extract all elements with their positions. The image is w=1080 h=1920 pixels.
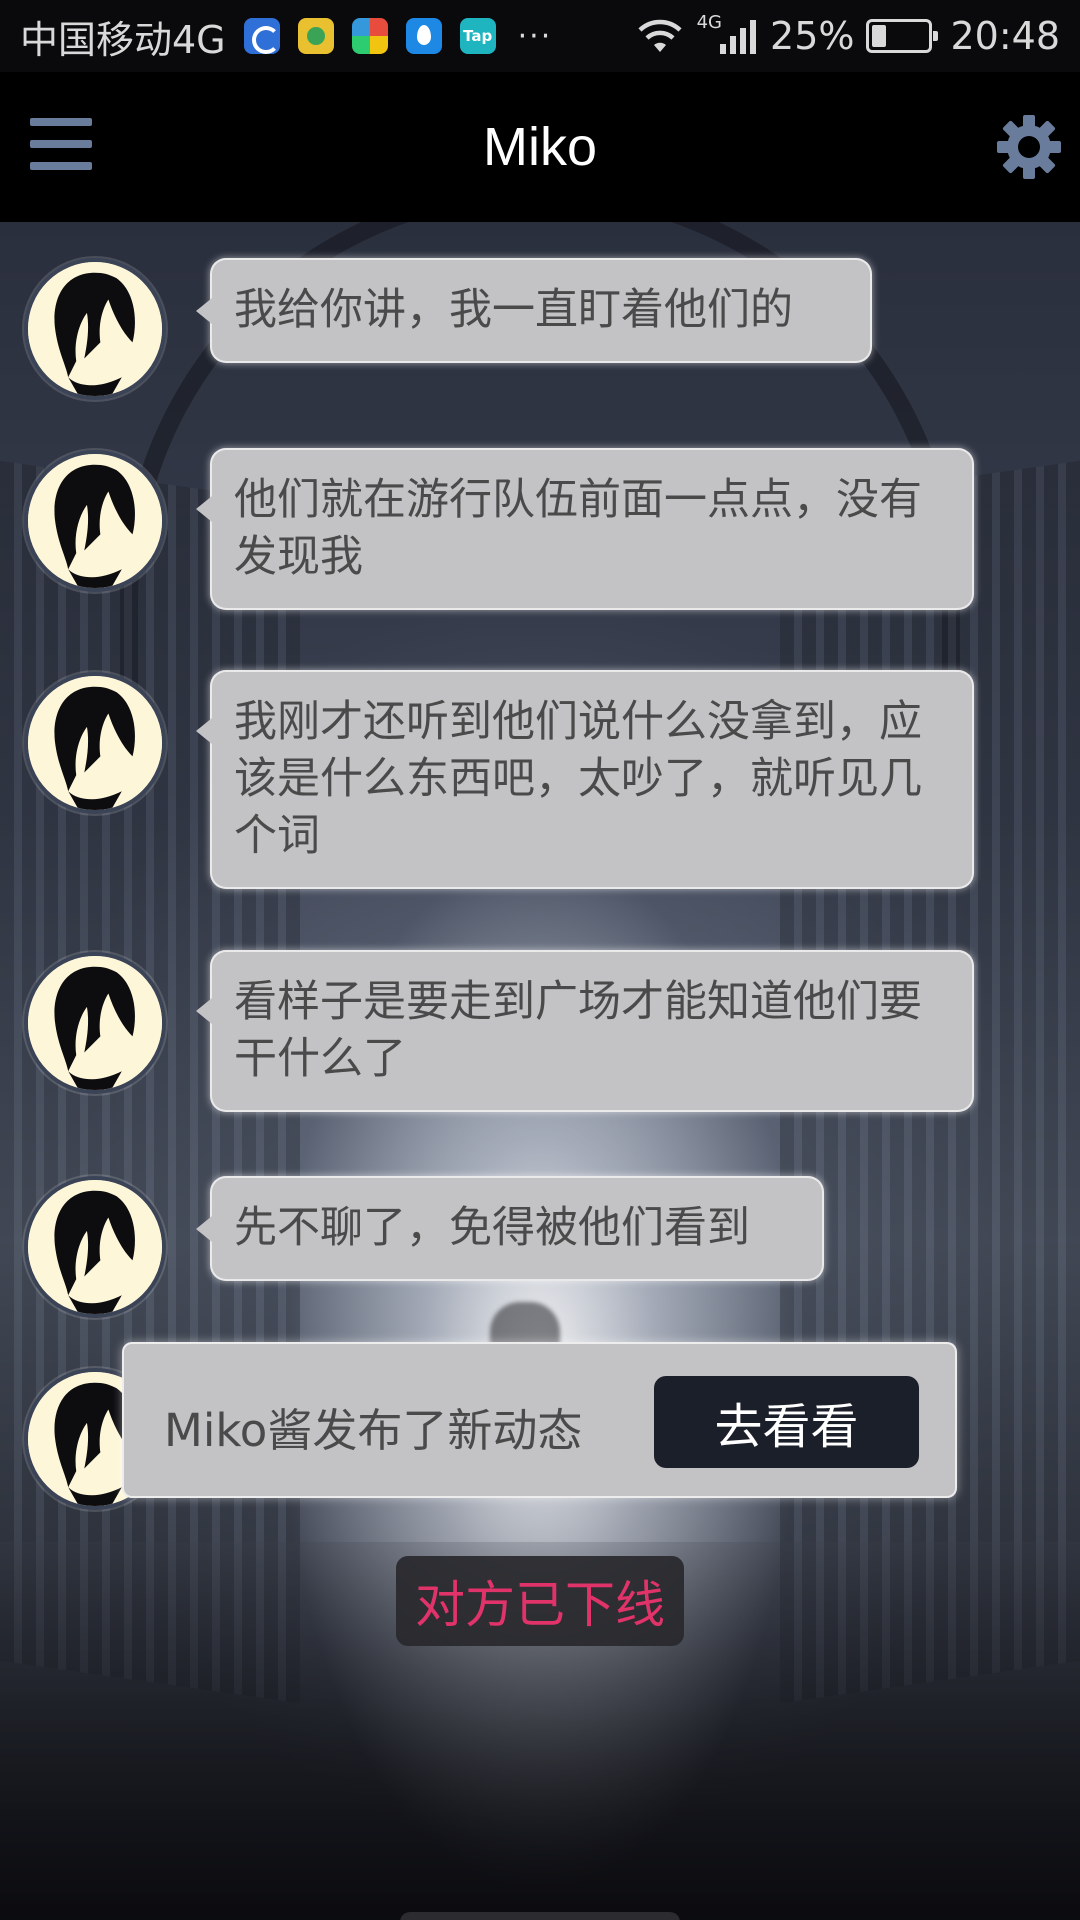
network-type-label: 4G: [696, 11, 723, 33]
status-indicators: 4G 25% 20:48: [635, 11, 1060, 58]
clock: 20:48: [950, 14, 1060, 58]
gallery-icon: [351, 18, 388, 54]
menu-button[interactable]: [30, 118, 92, 178]
battery-icon: [866, 19, 939, 53]
avatar[interactable]: [24, 258, 166, 400]
avatar[interactable]: [24, 450, 166, 592]
avatar[interactable]: [24, 672, 166, 814]
settings-gear-icon[interactable]: [994, 112, 1064, 182]
carrier-label: 中国移动4G: [20, 17, 226, 62]
wifi-icon: [638, 19, 682, 52]
page-title: Miko: [482, 117, 597, 177]
bottom-panel-edge: [400, 1912, 680, 1920]
game-icon: [297, 18, 334, 54]
menu-bar: [30, 162, 92, 170]
message-bubble: 先不聊了，免得被他们看到: [196, 1176, 824, 1281]
message-bubble: 我给你讲，我一直盯着他们的: [196, 258, 872, 363]
taptap-icon: Tap: [459, 18, 496, 54]
menu-bar: [30, 118, 92, 126]
status-bar: 中国移动4G Tap ··· 4G 25% 20:48: [0, 0, 1080, 72]
view-post-button[interactable]: 去看看: [654, 1376, 919, 1468]
water-drop-icon: [405, 18, 442, 54]
browser-icon: [243, 18, 280, 54]
more-notifications-icon: ···: [517, 18, 553, 54]
avatar[interactable]: [24, 952, 166, 1094]
notice-text: Miko酱发布了新动态: [164, 1404, 583, 1457]
offline-status-badge: 对方已下线: [396, 1556, 684, 1646]
message-bubble: 他们就在游行队伍前面一点点，没有发现我: [196, 448, 974, 610]
message-bubble: 看样子是要走到广场才能知道他们要干什么了: [196, 950, 974, 1112]
signal-icon: [720, 20, 757, 54]
new-post-notice: Miko酱发布了新动态 去看看: [122, 1342, 957, 1498]
avatar[interactable]: [24, 1176, 166, 1318]
menu-bar: [30, 140, 92, 148]
app-header: Miko: [0, 72, 1080, 222]
battery-percent: 25%: [770, 14, 855, 58]
message-bubble: 我刚才还听到他们说什么没拿到，应该是什么东西吧，太吵了，就听见几个词: [196, 670, 974, 889]
